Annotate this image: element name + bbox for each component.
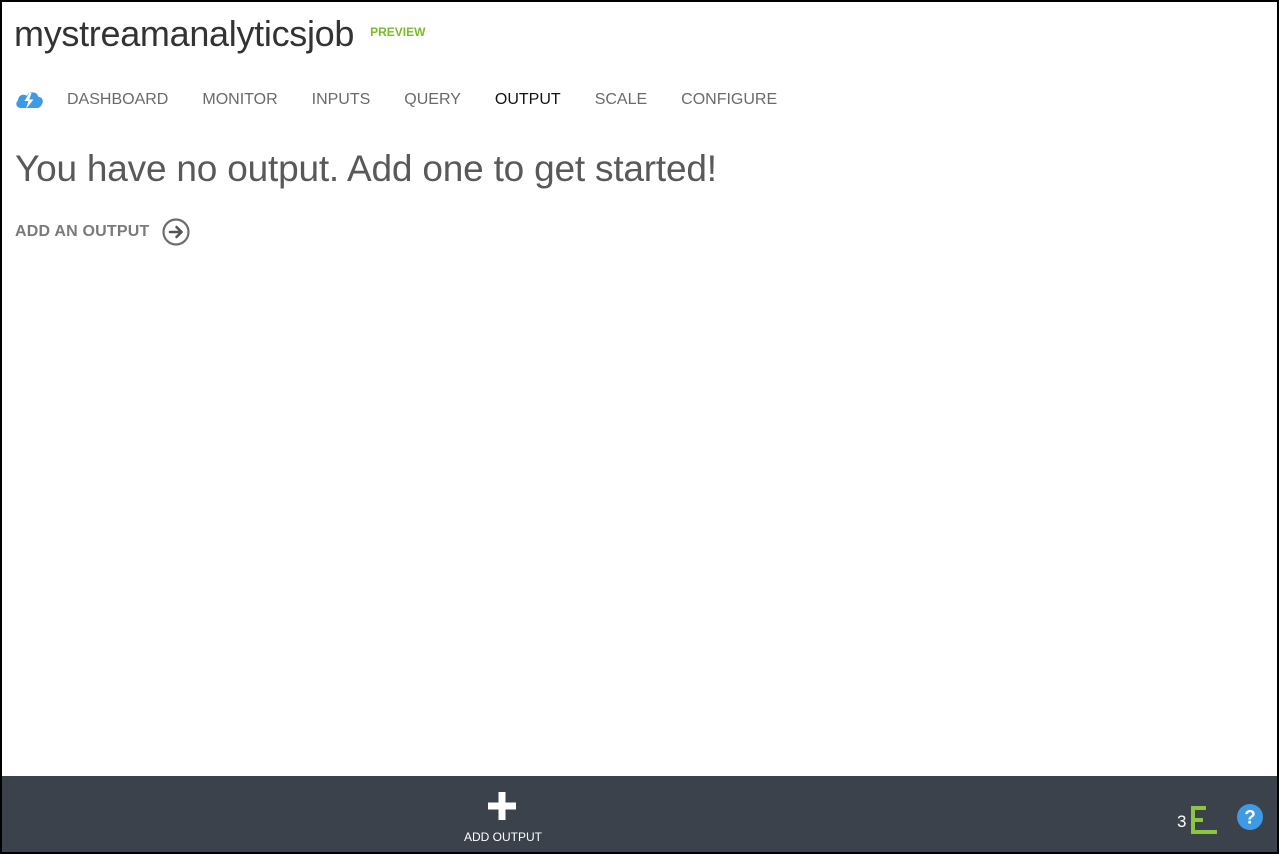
portal-window: mystreamanalyticsjob PREVIEW DASHBOARD M…: [0, 0, 1279, 854]
page-header: mystreamanalyticsjob PREVIEW: [14, 13, 425, 55]
add-output-label: ADD OUTPUT: [464, 830, 542, 844]
arrow-right-circle-icon[interactable]: [162, 218, 191, 246]
help-icon[interactable]: ?: [1236, 803, 1264, 831]
progress-bars-icon[interactable]: [1191, 806, 1217, 834]
tab-configure[interactable]: CONFIGURE: [681, 91, 777, 109]
add-an-output-label: ADD AN OUTPUT: [15, 223, 150, 240]
notification-count[interactable]: 3: [1177, 812, 1186, 832]
plus-icon: [488, 792, 516, 820]
tab-dashboard[interactable]: DASHBOARD: [67, 91, 168, 109]
tab-scale[interactable]: SCALE: [595, 91, 647, 109]
tab-monitor[interactable]: MONITOR: [202, 91, 277, 109]
command-bar: ADD OUTPUT 3 ?: [2, 776, 1277, 852]
tab-query[interactable]: QUERY: [404, 91, 461, 109]
stream-analytics-cloud-icon: [14, 88, 44, 112]
svg-text:?: ?: [1244, 808, 1256, 829]
add-output-button[interactable]: ADD OUTPUT: [452, 788, 554, 846]
empty-state-message: You have no output. Add one to get start…: [15, 148, 717, 189]
tab-output[interactable]: OUTPUT: [495, 91, 561, 109]
preview-badge: PREVIEW: [370, 25, 426, 39]
tab-inputs[interactable]: INPUTS: [312, 91, 371, 109]
tab-bar: DASHBOARD MONITOR INPUTS QUERY OUTPUT SC…: [14, 88, 811, 112]
add-an-output-link[interactable]: ADD AN OUTPUT: [15, 218, 191, 246]
page-title: mystreamanalyticsjob: [14, 13, 355, 54]
